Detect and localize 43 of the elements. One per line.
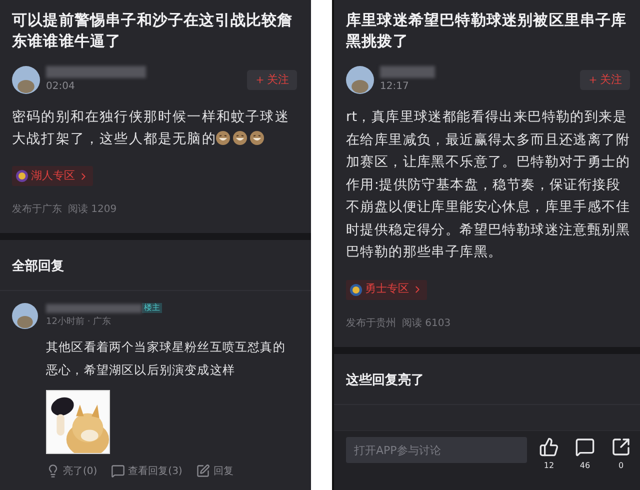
follow-button[interactable]: 关注	[580, 70, 630, 90]
post-title: 可以提前警惕串子和沙子在这引战比较詹东谁谁谁牛逼了	[12, 10, 294, 52]
post-meta: 阅读 1209	[68, 202, 117, 217]
grin-emoji-icon	[250, 131, 264, 145]
edit-icon	[196, 464, 210, 478]
team-logo-icon	[16, 170, 28, 182]
team-logo-icon	[350, 284, 362, 296]
follow-button[interactable]: 关注	[247, 70, 297, 90]
toolbar-button[interactable]: 46	[573, 437, 597, 472]
avatar	[12, 303, 38, 329]
reply-text: 其他区看着两个当家球星粉丝互喷互怼真的恶心，希望湖区以后别演变成这样	[46, 338, 286, 378]
blurred-username	[380, 66, 435, 78]
comment-icon	[575, 437, 595, 457]
comment-input[interactable]: 打开APP参与讨论	[346, 437, 527, 463]
reply-action[interactable]: 查看回复(3)	[111, 464, 182, 478]
plus-icon	[255, 75, 265, 85]
zone-tag[interactable]: 湖人专区	[12, 166, 93, 186]
lightbulb-icon	[46, 464, 60, 478]
reply-action[interactable]: 亮了(0)	[46, 464, 98, 478]
post-title: 库里球迷希望巴特勒球迷别被区里串子库黑挑拨了	[346, 10, 628, 52]
reply-time: 12小时前 · 广东	[46, 316, 112, 329]
author-badge: 楼主	[142, 303, 162, 313]
grin-emoji-icon	[216, 131, 230, 145]
post-meta: 发布于贵州	[346, 316, 396, 330]
thumbs-up-icon	[539, 437, 559, 457]
comment-icon	[111, 464, 126, 478]
post-body: rt，真库里球迷都能看得出来巴特勒的到来是在给库里减负，最近赢得太多而且还逃离了附加赛区，让库黑不乐意了。巴特勒对于勇士的作用:提供防守基本盘，稳节奏，保证衔接段不崩盘以便让库里能安心休息，库里手感不佳时提供稳定得分。希望巴特勒球迷注意甄别黑巴特勒的那些串子库黑。	[346, 108, 631, 262]
share-icon	[611, 437, 631, 457]
section-title: 全部回复	[12, 259, 64, 274]
post-meta: 发布于广东	[12, 202, 62, 217]
post-body: 密码的别和在独行侠那时候一样和蚊子球迷大战打架了，这些人都是无脑的	[12, 108, 290, 149]
zone-tag[interactable]: 勇士专区	[346, 280, 427, 300]
section-title: 这些回复亮了	[346, 372, 424, 388]
toolbar-button[interactable]: 12	[537, 437, 561, 472]
toolbar-button[interactable]: 0	[609, 437, 633, 472]
post-meta: 阅读 6103	[402, 316, 451, 330]
avatar	[12, 66, 40, 94]
grin-emoji-icon	[233, 131, 248, 145]
avatar	[346, 66, 374, 94]
post-time: 12:17	[380, 80, 410, 94]
plus-icon	[588, 75, 598, 85]
post-time: 02:04	[46, 80, 76, 94]
reply-action[interactable]: 回复	[196, 464, 234, 478]
